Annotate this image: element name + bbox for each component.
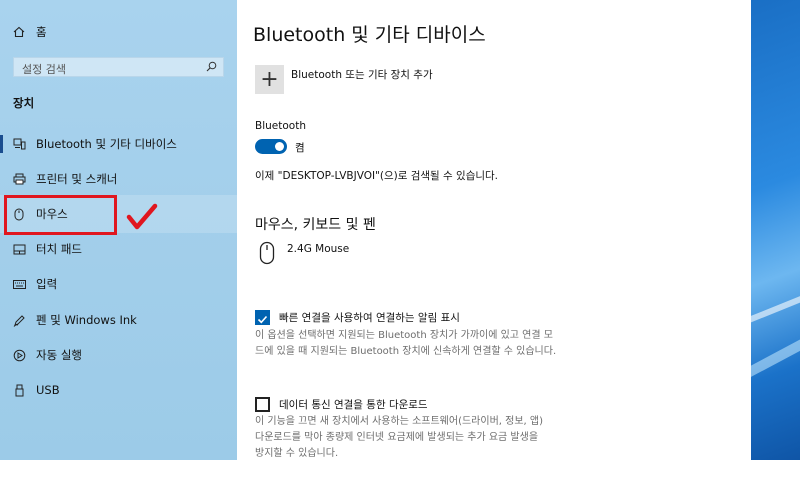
swift-pair-desc-line: 드에 있을 때 지원되는 Bluetooth 장치에 신속하게 연결할 수 있습… [255, 346, 557, 357]
toggle-knob [275, 142, 284, 151]
sidebar-item-label: 자동 실행 [36, 348, 82, 362]
search-input[interactable]: 설정 검색 [13, 57, 224, 77]
touchpad-icon [12, 242, 26, 256]
discoverable-text: 이제 "DESKTOP-LVBJVOI"(으)로 검색될 수 있습니다. [255, 170, 499, 182]
main-content: Bluetooth 및 기타 디바이스 + Bluetooth 또는 기타 장치… [237, 0, 751, 460]
keyboard-icon [12, 277, 26, 291]
sidebar-item-label: 펜 및 Windows Ink [36, 313, 137, 327]
sidebar-item-usb[interactable]: USB [0, 373, 237, 407]
add-device-label[interactable]: Bluetooth 또는 기타 장치 추가 [291, 67, 433, 82]
usb-icon [12, 383, 26, 397]
sidebar-item-label: 프린터 및 스캐너 [36, 172, 118, 186]
sidebar-item-autoplay[interactable]: 자동 실행 [0, 338, 237, 372]
sidebar-item-pen[interactable]: 펜 및 Windows Ink [0, 303, 237, 337]
add-device-button[interactable]: + [255, 65, 284, 94]
sidebar-item-label: USB [36, 383, 60, 397]
bluetooth-toggle[interactable] [255, 139, 287, 154]
annotation-checkmark-icon [126, 203, 158, 230]
sidebar-item-home[interactable]: 홈 [0, 15, 237, 49]
bluetooth-devices-icon [12, 137, 26, 151]
metered-desc-line: 이 기능을 끄면 새 장치에서 사용하는 소프트웨어(드라이버, 정보, 앱) [255, 416, 543, 427]
search-placeholder: 설정 검색 [22, 63, 66, 76]
toggle-state-text: 켬 [295, 142, 305, 154]
checkmark-icon [257, 315, 268, 324]
home-icon [12, 25, 26, 39]
page-title: Bluetooth 및 기타 디바이스 [253, 24, 486, 46]
printer-icon [12, 172, 26, 186]
metered-download-checkbox[interactable] [255, 397, 270, 412]
mouse-device-icon [259, 241, 275, 265]
section-heading: 마우스, 키보드 및 펜 [255, 217, 376, 233]
metered-desc-line: 다운로드를 막아 종량제 인터넷 요금제에 발생되는 추가 요금 발생을 [255, 432, 539, 443]
sidebar-item-label: 홈 [36, 25, 47, 39]
autoplay-icon [12, 348, 26, 362]
desktop-wallpaper [751, 0, 800, 460]
bluetooth-label: Bluetooth [255, 120, 306, 132]
search-icon[interactable] [206, 61, 217, 75]
metered-download-description: 이 기능을 끄면 새 장치에서 사용하는 소프트웨어(드라이버, 정보, 앱) … [255, 414, 590, 462]
sidebar-item-label: Bluetooth 및 기타 디바이스 [36, 137, 177, 151]
annotation-highlight-box [4, 195, 117, 235]
swift-pair-description: 이 옵션을 선택하면 지원되는 Bluetooth 장치가 가까이에 있고 연결… [255, 328, 590, 360]
sidebar-item-touchpad[interactable]: 터치 패드 [0, 232, 237, 266]
pen-icon [12, 313, 26, 327]
plus-icon: + [260, 67, 279, 92]
device-name[interactable]: 2.4G Mouse [287, 243, 349, 255]
settings-sidebar: 홈 설정 검색 장치 Bluetooth 및 기타 디바이스 프린터 및 스캐너… [0, 0, 237, 460]
sidebar-item-typing[interactable]: 입력 [0, 267, 237, 301]
swift-pair-desc-line: 이 옵션을 선택하면 지원되는 Bluetooth 장치가 가까이에 있고 연결… [255, 330, 553, 341]
sidebar-item-bluetooth[interactable]: Bluetooth 및 기타 디바이스 [0, 127, 237, 161]
sidebar-item-label: 터치 패드 [36, 242, 82, 256]
section-title: 장치 [13, 96, 35, 110]
swift-pair-label[interactable]: 빠른 연결을 사용하여 연결하는 알림 표시 [279, 310, 460, 325]
sidebar-item-printers[interactable]: 프린터 및 스캐너 [0, 162, 237, 196]
swift-pair-checkbox[interactable] [255, 310, 270, 325]
metered-download-label[interactable]: 데이터 통신 연결을 통한 다운로드 [279, 397, 428, 412]
sidebar-item-label: 입력 [36, 277, 58, 291]
bottom-strip [0, 460, 800, 478]
